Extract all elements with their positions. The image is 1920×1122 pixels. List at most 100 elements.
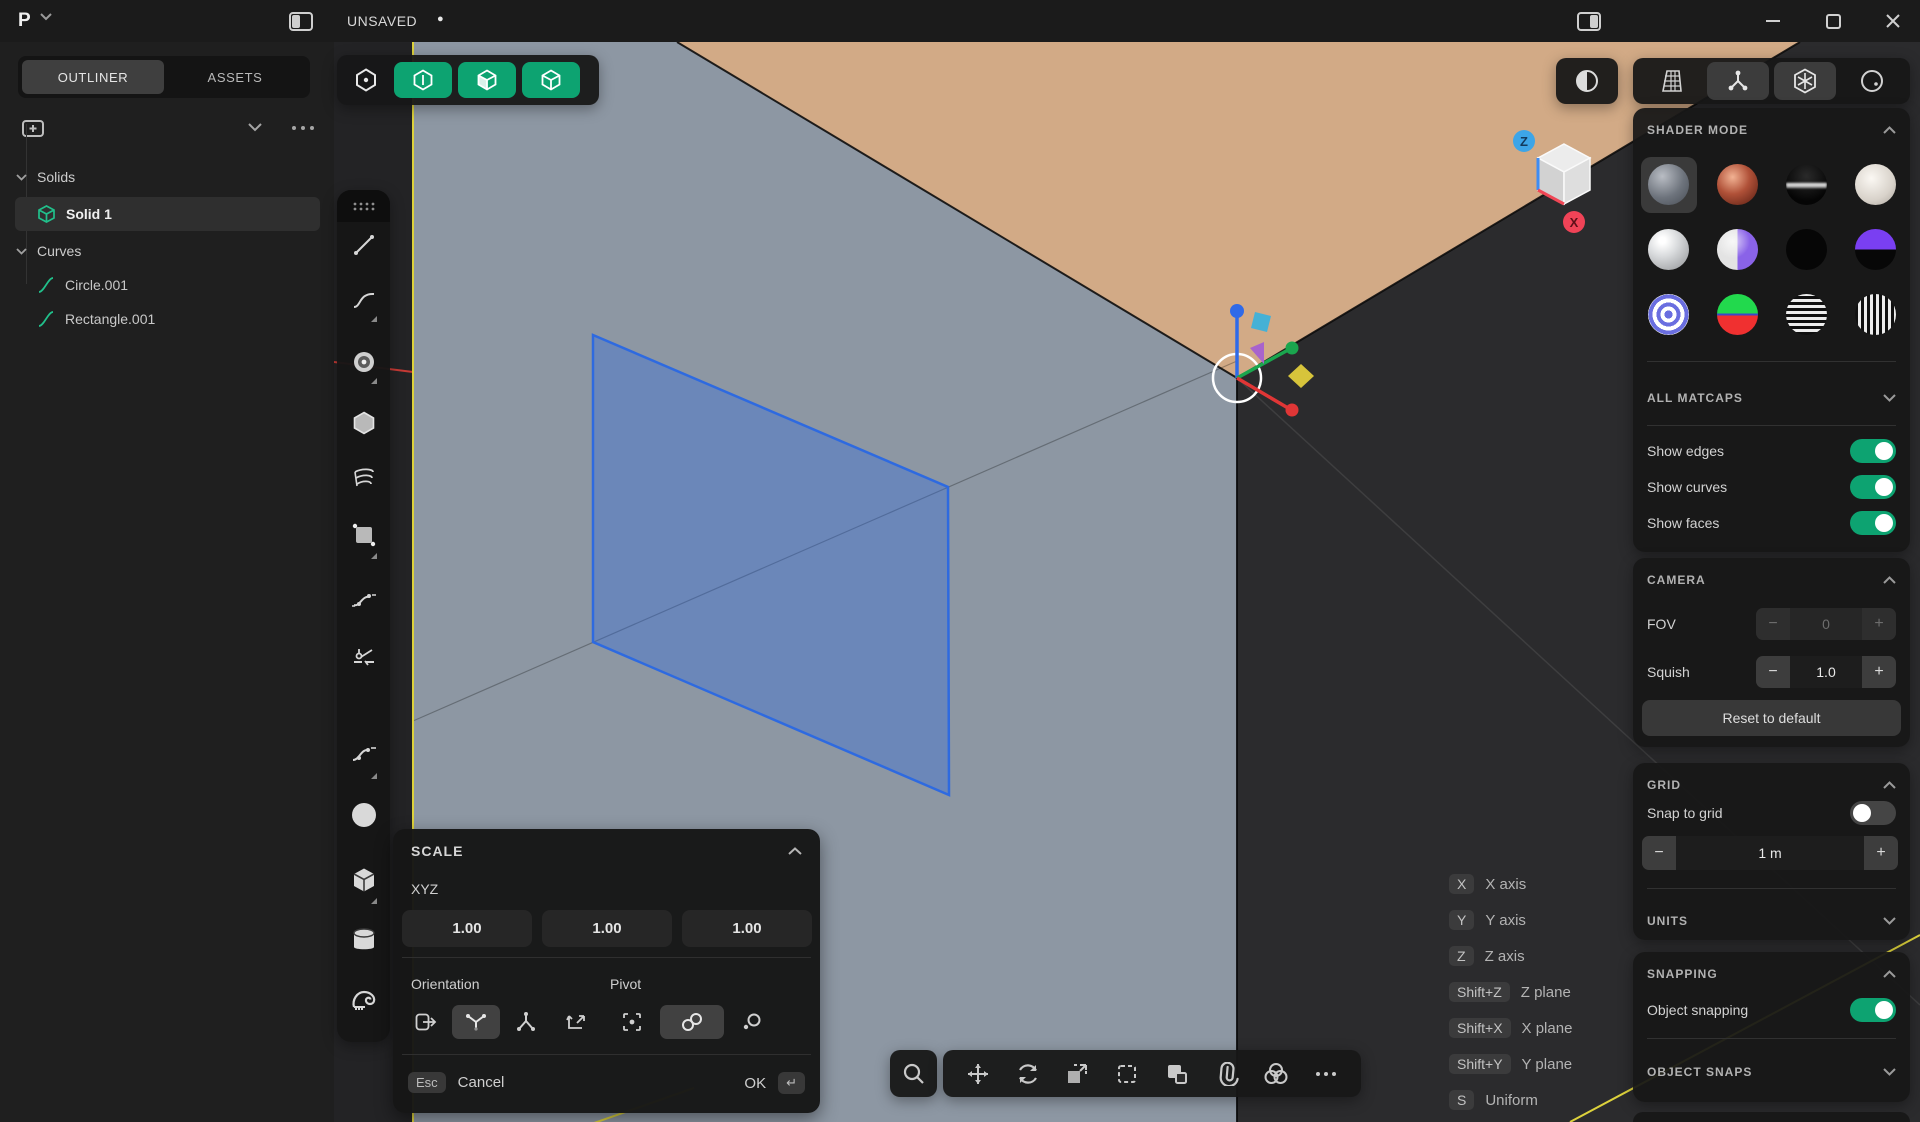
- grid-header[interactable]: GRID: [1633, 763, 1910, 799]
- selection-mode-edge-button[interactable]: [522, 62, 580, 98]
- pivot-linked-button[interactable]: [660, 1005, 724, 1039]
- chevron-down-icon[interactable]: [1883, 917, 1896, 925]
- camera-header[interactable]: CAMERA: [1633, 558, 1910, 594]
- tree-item-circle001[interactable]: Circle.001: [0, 268, 334, 302]
- orientation-screen-button[interactable]: [502, 1005, 550, 1039]
- right-panel-toggle-icon[interactable]: [1577, 12, 1601, 31]
- matcap-green-red-split[interactable]: [1710, 287, 1766, 343]
- command-search-button[interactable]: [890, 1050, 937, 1097]
- chevron-down-icon[interactable]: [1883, 1068, 1896, 1076]
- matcap-copper[interactable]: [1710, 157, 1766, 213]
- control-point-curve-tool[interactable]: [337, 580, 390, 620]
- gizmo-x-cap[interactable]: [1286, 404, 1299, 417]
- scale-x-input[interactable]: 1.00: [402, 910, 532, 947]
- all-matcaps-header[interactable]: ALL MATCAPS: [1633, 380, 1910, 416]
- trim-tool[interactable]: [337, 637, 390, 677]
- matcap-white-purple-split[interactable]: [1710, 222, 1766, 278]
- units-header[interactable]: UNITS: [1633, 903, 1910, 939]
- chevron-down-icon[interactable]: [1883, 394, 1896, 402]
- snapping-header[interactable]: SNAPPING: [1633, 952, 1910, 988]
- matcap-blue-rings[interactable]: [1641, 287, 1697, 343]
- tree-item-rectangle001[interactable]: Rectangle.001: [0, 302, 334, 336]
- app-menu-chevron-icon[interactable]: [40, 13, 52, 21]
- box-tool[interactable]: [337, 860, 390, 900]
- object-snapping-toggle[interactable]: [1850, 998, 1896, 1022]
- squish-plus-button[interactable]: +: [1862, 656, 1896, 688]
- theme-contrast-button[interactable]: [1556, 58, 1618, 104]
- cylinder-tool[interactable]: [337, 920, 390, 960]
- tool-strip-handle[interactable]: [337, 190, 390, 222]
- duplicate-tool-button[interactable]: [1159, 1056, 1195, 1092]
- cancel-label[interactable]: Cancel: [458, 1074, 505, 1091]
- close-button[interactable]: [1870, 0, 1916, 42]
- selection-mode-face-button[interactable]: [458, 62, 516, 98]
- reset-to-default-button[interactable]: Reset to default: [1642, 700, 1901, 736]
- gizmo-z-cap[interactable]: [1230, 304, 1244, 318]
- tab-scene-graph-button[interactable]: [1707, 62, 1769, 100]
- show-faces-toggle[interactable]: [1850, 511, 1896, 535]
- tree-group-solids[interactable]: Solids: [0, 160, 334, 194]
- matcap-vertical-stripes[interactable]: [1848, 287, 1904, 343]
- chevron-up-icon[interactable]: [788, 847, 802, 855]
- chevron-up-icon[interactable]: [1883, 781, 1896, 789]
- matcap-glossy-white[interactable]: [1641, 222, 1697, 278]
- circle-tool[interactable]: [337, 342, 390, 382]
- tab-outliner[interactable]: OUTLINER: [22, 60, 164, 94]
- matcap-purple-black-split[interactable]: [1848, 222, 1904, 278]
- tree-group-curves[interactable]: Curves: [0, 234, 334, 268]
- matcap-horizontal-stripes[interactable]: [1779, 287, 1835, 343]
- squish-minus-button[interactable]: −: [1756, 656, 1790, 688]
- show-curves-toggle[interactable]: [1850, 475, 1896, 499]
- pivot-center-button[interactable]: [608, 1005, 656, 1039]
- scale-dialog-header[interactable]: SCALE: [393, 829, 820, 859]
- dialog-ok[interactable]: OK ↵: [744, 1072, 805, 1094]
- minimize-button[interactable]: [1750, 0, 1796, 42]
- snap-to-grid-toggle[interactable]: [1850, 801, 1896, 825]
- left-panel-toggle-icon[interactable]: [289, 12, 313, 31]
- box-select-tool-button[interactable]: [1109, 1056, 1145, 1092]
- chevron-up-icon[interactable]: [1883, 126, 1896, 134]
- matcap-gray-steel[interactable]: [1641, 157, 1697, 213]
- gizmo-y-cap[interactable]: [1286, 342, 1299, 355]
- matcap-flat-black[interactable]: [1779, 222, 1835, 278]
- orientation-local-button[interactable]: [402, 1005, 450, 1039]
- scale-y-input[interactable]: 1.00: [542, 910, 672, 947]
- dialog-cancel[interactable]: Esc Cancel: [408, 1072, 504, 1093]
- tab-assets[interactable]: ASSETS: [164, 60, 306, 94]
- measure-tool[interactable]: [337, 980, 390, 1020]
- tab-environment-button[interactable]: [1841, 62, 1903, 100]
- grid-size-value[interactable]: 1 m: [1676, 836, 1864, 870]
- spline-tool[interactable]: [337, 280, 390, 320]
- shader-mode-header[interactable]: SHADER MODE: [1633, 108, 1910, 144]
- attach-tool-button[interactable]: [1209, 1056, 1245, 1092]
- ok-label[interactable]: OK: [744, 1075, 766, 1092]
- tree-item-solid1[interactable]: Solid 1: [15, 197, 320, 231]
- scale-tool-button[interactable]: [1059, 1056, 1095, 1092]
- tab-shading-button[interactable]: [1774, 62, 1836, 100]
- fillet-curve-tool[interactable]: [337, 735, 390, 775]
- grid-size-plus-button[interactable]: +: [1864, 836, 1898, 870]
- maximize-button[interactable]: [1810, 0, 1856, 42]
- pivot-individual-button[interactable]: [728, 1005, 776, 1039]
- construction-plane-button[interactable]: [344, 62, 388, 98]
- line-tool[interactable]: [337, 225, 390, 265]
- collapse-all-chevron-icon[interactable]: [248, 123, 262, 132]
- object-snaps-header[interactable]: OBJECT SNAPS: [1633, 1054, 1910, 1090]
- rectangle-tool[interactable]: [337, 515, 390, 555]
- matcap-pearl[interactable]: [1848, 157, 1904, 213]
- outliner-more-icon[interactable]: [292, 126, 314, 130]
- squish-value[interactable]: 1.0: [1790, 656, 1862, 688]
- tab-render-grid-button[interactable]: [1640, 62, 1702, 100]
- matcap-black-horizon[interactable]: [1779, 157, 1835, 213]
- sphere-tool[interactable]: [337, 795, 390, 835]
- render-modes-button[interactable]: [1258, 1056, 1294, 1092]
- move-tool-button[interactable]: [960, 1056, 996, 1092]
- polygon-tool[interactable]: [337, 403, 390, 443]
- scale-z-input[interactable]: 1.00: [682, 910, 812, 947]
- app-logo[interactable]: P: [18, 10, 31, 32]
- orientation-global-button[interactable]: [452, 1005, 500, 1039]
- chevron-up-icon[interactable]: [1883, 576, 1896, 584]
- show-edges-toggle[interactable]: [1850, 439, 1896, 463]
- spiral-tool[interactable]: [337, 458, 390, 498]
- orientation-custom-button[interactable]: [552, 1005, 600, 1039]
